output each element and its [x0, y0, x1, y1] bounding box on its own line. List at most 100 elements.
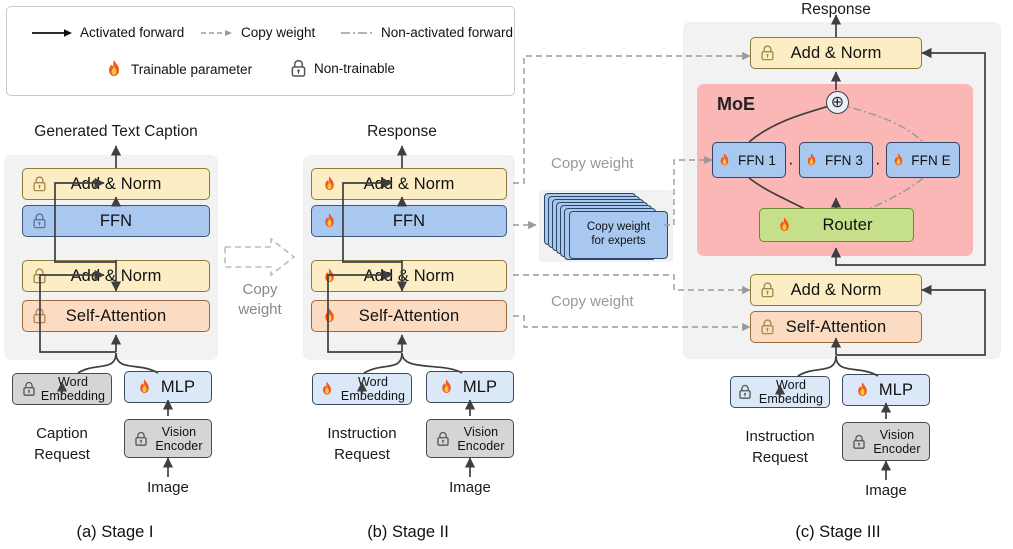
- stage1-vision-encoder[interactable]: Vision Encoder: [124, 419, 212, 458]
- stage1-image-label: Image: [147, 479, 189, 496]
- stage3-vision-encoder-line1: Vision: [879, 427, 915, 442]
- stage3-add-norm-bottom-label: Add & Norm: [790, 280, 882, 299]
- stage2-mlp[interactable]: MLP: [426, 371, 514, 403]
- stage2-add-norm-bottom-label: Add & Norm: [363, 266, 455, 285]
- legend-item-activated-forward: Activated forward: [31, 25, 184, 40]
- stage3-router[interactable]: Router: [759, 208, 914, 242]
- fire-icon: [321, 213, 338, 230]
- stage1-to-stage2-copy-label-line1: Copy: [242, 281, 278, 298]
- stage2-self-attention[interactable]: Self-Attention: [311, 300, 507, 332]
- stage1-ffn-label: FFN: [99, 211, 133, 230]
- stage3-text-input-line1: Instruction: [745, 428, 815, 445]
- dashed-arrow-icon: [200, 27, 234, 39]
- moe-sum-node: ⊕: [826, 91, 849, 114]
- stage1-add-norm-top[interactable]: Add & Norm: [22, 168, 210, 200]
- stage2-add-norm-top[interactable]: Add & Norm: [311, 168, 507, 200]
- stage1-caption: (a) Stage I: [76, 523, 154, 541]
- lock-icon: [760, 45, 775, 62]
- fire-icon: [321, 268, 338, 285]
- stage1-vision-encoder-line1: Vision: [161, 424, 197, 439]
- stage3-add-norm-top-label: Add & Norm: [790, 43, 882, 62]
- legend-label-non-activated-forward: Non-activated forward: [381, 25, 514, 40]
- legend-label-non-trainable: Non-trainable: [314, 61, 396, 76]
- stage1-self-attention[interactable]: Self-Attention: [22, 300, 210, 332]
- stage2-text-input-line1: Instruction: [327, 425, 397, 442]
- stage2-caption: (b) Stage II: [367, 523, 449, 541]
- stage1-to-stage2-copy-label-line2: weight: [238, 301, 282, 318]
- moe-label: MoE: [717, 94, 755, 114]
- stage3-expert-ffn-1[interactable]: FFN 1: [712, 142, 786, 178]
- fire-icon: [804, 153, 819, 168]
- stage3-image-label: Image: [865, 482, 907, 499]
- stage1-word-embedding-line2: Embedding: [40, 389, 106, 403]
- fire-icon: [776, 217, 793, 234]
- stage1-vision-encoder-line2: Encoder: [155, 438, 203, 453]
- stage3-add-norm-bottom[interactable]: Add & Norm: [750, 274, 922, 306]
- stage1-ffn[interactable]: FFN: [22, 205, 210, 237]
- stage2-ffn[interactable]: FFN: [311, 205, 507, 237]
- lock-icon: [22, 381, 36, 397]
- lock-icon: [738, 384, 752, 400]
- legend-item-non-activated-forward: Non-activated forward: [340, 25, 513, 40]
- fire-icon: [321, 176, 338, 193]
- legend-panel: Activated forward Copy weight Non-activa…: [6, 6, 515, 96]
- stage3-mlp[interactable]: MLP: [842, 374, 930, 406]
- stage2-vision-encoder[interactable]: Vision Encoder: [426, 419, 514, 458]
- lock-icon: [436, 431, 450, 447]
- stage2-vision-encoder-line1: Vision: [463, 424, 499, 439]
- stage3-self-attention[interactable]: Self-Attention: [750, 311, 922, 343]
- stage1-add-norm-top-label: Add & Norm: [70, 174, 162, 193]
- dash-dot-line-icon: [340, 27, 374, 39]
- fire-icon: [136, 379, 153, 396]
- stage2-image-label: Image: [449, 479, 491, 496]
- stage2-self-attention-label: Self-Attention: [358, 306, 460, 325]
- stage1-self-attention-label: Self-Attention: [65, 306, 167, 325]
- stage2-text-input-line2: Request: [334, 446, 390, 463]
- lock-icon: [134, 431, 148, 447]
- stage2-output-label: Response: [367, 123, 437, 140]
- stage2-word-embedding[interactable]: Word Embedding: [312, 373, 412, 405]
- stage3-router-label: Router: [822, 215, 873, 234]
- lock-icon: [290, 59, 307, 78]
- stage3-expert-ffn-3[interactable]: FFN 3: [799, 142, 873, 178]
- stage1-word-embedding[interactable]: Word Embedding: [12, 373, 112, 405]
- fire-icon: [717, 153, 732, 168]
- stage1-to-stage2-copy-arrow: [222, 236, 298, 285]
- fire-icon: [854, 382, 871, 399]
- stage3-word-embedding[interactable]: Word Embedding: [730, 376, 830, 408]
- stage1-add-norm-bottom[interactable]: Add & Norm: [22, 260, 210, 292]
- fire-icon: [891, 153, 906, 168]
- stage3-word-embedding-line2: Embedding: [758, 392, 824, 406]
- stage3-add-norm-top[interactable]: Add & Norm: [750, 37, 922, 69]
- stage3-expert-ffn-e[interactable]: FFN E: [886, 142, 960, 178]
- lock-icon: [32, 268, 47, 285]
- copy-weight-for-experts-front: Copy weight for experts: [569, 211, 668, 259]
- sum-symbol: ⊕: [830, 93, 845, 111]
- copy-weight-for-experts-stack[interactable]: Copy weight for experts: [539, 190, 673, 262]
- legend-item-non-trainable: Non-trainable: [290, 59, 395, 78]
- copy-weight-experts-line1: Copy weight: [586, 221, 651, 234]
- fire-icon: [319, 381, 335, 397]
- stage2-vision-encoder-line2: Encoder: [457, 438, 505, 453]
- fire-icon: [438, 379, 455, 396]
- lock-icon: [760, 319, 775, 336]
- lock-icon: [32, 176, 47, 193]
- stage2-add-norm-top-label: Add & Norm: [363, 174, 455, 193]
- lock-icon: [852, 434, 866, 450]
- legend-item-copy-weight: Copy weight: [200, 25, 315, 40]
- lock-icon: [32, 308, 47, 325]
- stage1-output-label: Generated Text Caption: [34, 123, 198, 140]
- stage2-add-norm-bottom[interactable]: Add & Norm: [311, 260, 507, 292]
- stage1-text-input-line1: Caption: [36, 425, 88, 442]
- copy-weight-top-label: Copy weight: [551, 155, 634, 172]
- legend-label-trainable: Trainable parameter: [131, 61, 253, 77]
- fire-icon: [104, 59, 124, 79]
- lock-icon: [32, 213, 47, 230]
- stage2-word-embedding-line2: Embedding: [340, 389, 406, 403]
- legend-label-activated-forward: Activated forward: [80, 25, 185, 40]
- stage3-vision-encoder[interactable]: Vision Encoder: [842, 422, 930, 461]
- legend-item-trainable: Trainable parameter: [104, 59, 252, 79]
- stage3-caption: (c) Stage III: [795, 523, 881, 541]
- copy-weight-bottom-label: Copy weight: [551, 293, 634, 310]
- stage1-mlp[interactable]: MLP: [124, 371, 212, 403]
